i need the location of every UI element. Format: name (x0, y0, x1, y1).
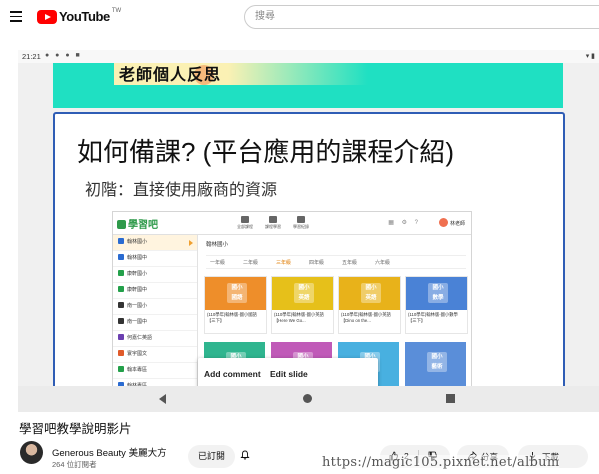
subscribed-button[interactable]: 已訂閱 (188, 445, 235, 468)
youtube-header: YouTube TW 搜尋 (0, 0, 599, 36)
platform-user: 林老師 (438, 218, 465, 227)
sticky-note-shadow (228, 63, 368, 85)
grade-tab: 四年級 (309, 260, 325, 266)
youtube-logo[interactable]: YouTube TW (37, 7, 122, 24)
publisher-item: 何嘉仁英語 (113, 331, 197, 347)
youtube-logo-text: YouTube (59, 9, 110, 24)
channel-name[interactable]: Generous Beauty 美麗大方 (52, 445, 167, 459)
grade-tabs: 一年級 二年級 三年級 四年級 五年級 六年級 (206, 255, 466, 269)
video-player[interactable]: 21:21 ● ● ● ■ ▾ ▮ 老師個人反思 如何備課? (平台應用的課程介… (18, 50, 599, 412)
android-status-bar: 21:21 ● ● ● ■ ▾ ▮ (18, 50, 599, 63)
reflection-note-text: 老師個人反思 (119, 67, 222, 84)
battery-wifi-icon: ▾ ▮ (585, 53, 595, 60)
publisher-item: 翰林國中 (113, 251, 197, 267)
course-badge: 國小 藝術 (427, 352, 447, 372)
channel-avatar[interactable] (20, 441, 43, 464)
status-time: 21:21 (22, 52, 41, 61)
course-card: 國小 藝術 (405, 342, 466, 390)
slide-subtitle: 初階：直接使用廠商的資源 (85, 182, 278, 199)
course-thumbnail: 國小 國語 (205, 277, 266, 310)
course-title: (110學年)翰林版-國小數學【三下】 (408, 312, 458, 323)
course-card: 國小 數學 (110學年)翰林版-國小數學【三下】 (405, 276, 468, 334)
publisher-item: 南一國小 (113, 299, 197, 315)
nav-course-learning: 課程學習 (261, 216, 285, 230)
course-badge: 國小 國語 (227, 283, 247, 303)
platform-logo: 學習吧 (117, 216, 158, 231)
publisher-item: 南一國中 (113, 315, 197, 331)
grade-tab: 五年級 (342, 260, 358, 266)
course-card: 國小 英語 (110學年)翰林版-國小英語【Dino on the... (338, 276, 401, 334)
nav-all-courses: 全部課程 (233, 216, 257, 230)
course-badge: 國小 英語 (361, 283, 381, 303)
platform-topbar: 學習吧 全部課程 課程學習 學習紀錄 ▦ ⚙ ? 林老師 (113, 212, 471, 235)
home-icon[interactable] (303, 394, 312, 403)
subscriber-count: 264 位訂閱者 (52, 460, 97, 469)
notification-icons: ● ● ● ■ (45, 52, 82, 59)
hamburger-menu-icon[interactable] (10, 11, 22, 23)
course-title: (110學年)翰林版-國小國語【三下】 (207, 312, 257, 323)
edit-slide-button[interactable]: Edit slide (270, 369, 308, 379)
publisher-icon (118, 302, 124, 308)
publisher-sidebar: 翰林國小翰林國中康軒國小康軒國中南一國小南一國中何嘉仁英語寰宇國文翰本專區翰林專… (113, 235, 198, 390)
course-card: 國小 英語 (110學年)翰林版-國小英語【Here We Go... (271, 276, 334, 334)
publisher-icon (118, 286, 124, 292)
platform-tool-icons: ▦ ⚙ ? (388, 220, 421, 226)
slide-title: 如何備課? (平台應用的課程介紹) (77, 137, 455, 167)
course-list-heading: 翰林國小 (206, 242, 229, 248)
grade-tab: 六年級 (375, 260, 391, 266)
presentation-area: 老師個人反思 如何備課? (平台應用的課程介紹) 初階：直接使用廠商的資源 學習… (18, 63, 599, 392)
user-avatar-icon (438, 218, 448, 227)
course-thumbnail: 國小 英語 (272, 277, 333, 310)
search-input[interactable]: 搜尋 (244, 5, 599, 29)
course-thumbnail: 國小 藝術 (405, 342, 466, 390)
nav-learning-record: 學習紀錄 (289, 216, 313, 230)
course-badge: 國小 英語 (294, 283, 314, 303)
course-card: 國小 國語 (110學年)翰林版-國小國語【三下】 (204, 276, 267, 334)
publisher-item: 康軒國小 (113, 267, 197, 283)
add-comment-button[interactable]: Add comment (204, 369, 261, 379)
publisher-item: 康軒國中 (113, 283, 197, 299)
current-slide: 如何備課? (平台應用的課程介紹) 初階：直接使用廠商的資源 學習吧 全部課程 … (53, 112, 565, 392)
course-title: (110學年)翰林版-國小英語【Dino on the... (341, 312, 391, 323)
notification-bell-icon[interactable] (240, 450, 250, 460)
publisher-icon (118, 334, 124, 340)
publisher-icon (118, 318, 124, 324)
course-badge: 國小 數學 (428, 283, 448, 303)
publisher-icon (118, 238, 124, 244)
publisher-icon (118, 270, 124, 276)
publisher-icon (118, 366, 124, 372)
active-arrow-icon (189, 240, 193, 246)
publisher-icon (118, 350, 124, 356)
course-thumbnail: 國小 英語 (339, 277, 400, 310)
course-thumbnail: 國小 數學 (406, 277, 467, 310)
youtube-play-icon (37, 9, 57, 24)
course-title: (110學年)翰林版-國小英語【Here We Go... (274, 312, 324, 323)
publisher-item: 翰本專區 (113, 363, 197, 379)
publisher-item: 寰宇國文 (113, 347, 197, 363)
recent-apps-icon[interactable] (446, 394, 455, 403)
android-navigation-bar (18, 386, 599, 412)
video-title: 學習吧教學說明影片 (19, 422, 132, 436)
region-code: TW (111, 7, 122, 14)
grade-tab: 一年級 (210, 260, 226, 266)
publisher-item: 翰林國小 (113, 235, 197, 251)
publisher-icon (118, 254, 124, 260)
grade-tab: 三年級 (276, 260, 292, 266)
grade-tab: 二年級 (243, 260, 259, 266)
url-watermark: https://magic105.pixnet.net/album (322, 455, 560, 470)
back-icon[interactable] (159, 394, 166, 404)
